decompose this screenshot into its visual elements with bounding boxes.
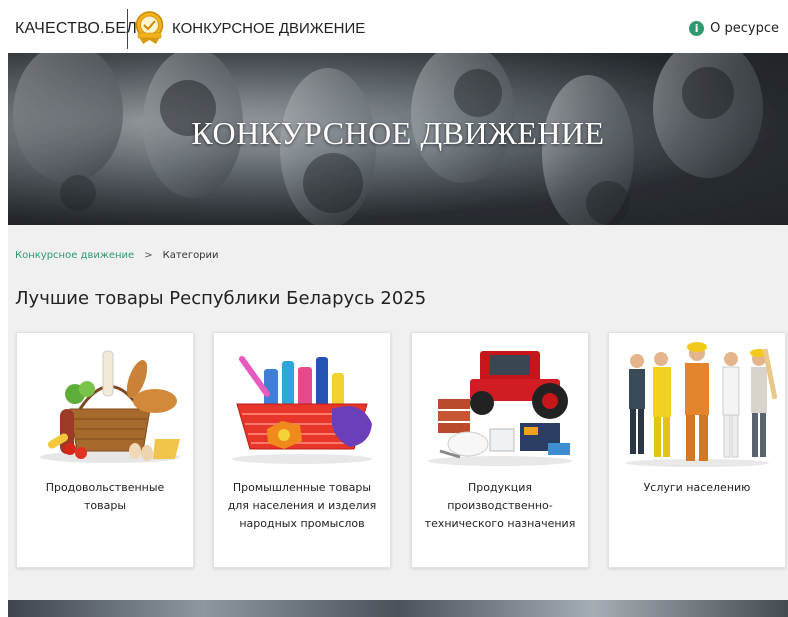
- breadcrumb-root-link[interactable]: Конкурсное движение: [15, 250, 134, 261]
- category-card-household-goods[interactable]: Промышленные товары для населения и изде…: [213, 332, 391, 568]
- page-title: Лучшие товары Республики Беларусь 2025: [15, 288, 427, 309]
- quality-logo-icon[interactable]: [133, 10, 166, 45]
- breadcrumb: Конкурсное движение > Категории: [15, 250, 219, 261]
- header-divider: [127, 9, 128, 49]
- category-label-industrial-products: Продукция производственно-технического н…: [424, 481, 576, 530]
- hero-title: КОНКУРСНОЕ ДВИЖЕНИЕ: [191, 115, 605, 151]
- footer-image-strip: [8, 600, 788, 617]
- brand-link[interactable]: КАЧЕСТВО.БЕЛ: [15, 20, 137, 38]
- category-card-industrial-products[interactable]: Продукция производственно-технического н…: [411, 332, 589, 568]
- category-label-household-goods: Промышленные товары для населения и изде…: [227, 481, 377, 530]
- category-card-services[interactable]: Услуги населению: [608, 332, 786, 568]
- main-content: Конкурсное движение > Категории Лучшие т…: [8, 225, 788, 600]
- category-label-services: Услуги населению: [643, 481, 751, 494]
- service-workers-image: [625, 342, 777, 467]
- section-name[interactable]: КОНКУРСНОЕ ДВИЖЕНИЕ: [172, 20, 365, 37]
- household-goods-image: [232, 356, 372, 464]
- hero-banner: КОНКУРСНОЕ ДВИЖЕНИЕ: [8, 53, 788, 225]
- food-basket-image: [40, 350, 180, 463]
- site-header: КАЧЕСТВО.БЕЛ КОНКУРСНОЕ ДВИЖЕНИЕ i О рес…: [0, 0, 788, 53]
- category-card-food[interactable]: Продовольственные товары: [16, 332, 194, 568]
- industrial-products-image: [428, 351, 572, 466]
- about-resource-label: О ресурсе: [710, 21, 779, 36]
- breadcrumb-current: Категории: [162, 250, 219, 261]
- breadcrumb-separator: >: [144, 250, 153, 261]
- category-label-food: Продовольственные товары: [45, 481, 165, 512]
- about-resource-link[interactable]: i О ресурсе: [689, 21, 779, 36]
- info-icon: i: [689, 21, 705, 36]
